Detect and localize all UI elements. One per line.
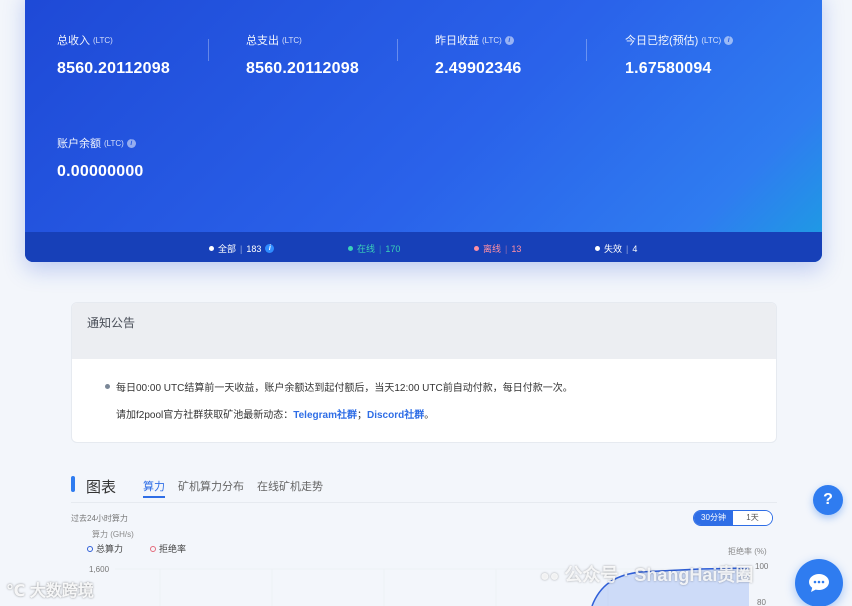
watermark-right: ●● 公众号 · ShangHai贵圈 [540,561,753,587]
logo-icon: ℃ [6,583,26,600]
wechat-icon: ●● [540,568,560,585]
help-button[interactable]: ? [813,485,843,515]
chat-icon [809,574,829,592]
hashrate-chart [115,567,750,606]
watermark-left: ℃ 大数跨境 [6,577,94,601]
watermark-text: 公众号 · ShangHai贵圈 [564,565,754,585]
watermark-text: 大数跨境 [29,583,94,600]
chat-button[interactable] [795,559,843,606]
